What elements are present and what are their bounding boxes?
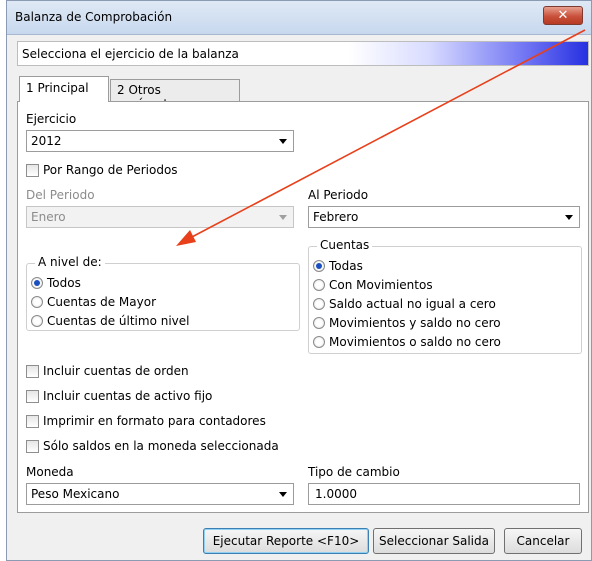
check-cuentas-orden[interactable]: Incluir cuentas de orden <box>26 364 189 378</box>
radio-button[interactable] <box>313 260 325 272</box>
button-label: Seleccionar Salida <box>379 534 489 548</box>
check-activo-fijo[interactable]: Incluir cuentas de activo fijo <box>26 389 212 403</box>
radio-label: Todas <box>329 259 363 273</box>
radio-label: Todos <box>47 276 81 290</box>
tipo-cambio-label: Tipo de cambio <box>308 465 400 479</box>
button-label: Ejecutar Reporte <F10> <box>212 534 360 548</box>
del-periodo-value: Enero <box>31 210 66 224</box>
check-solo-saldos-moneda[interactable]: Sólo saldos en la moneda seleccionada <box>26 439 279 453</box>
radio-button[interactable] <box>31 296 43 308</box>
instruction-text: Selecciona el ejercicio de la balanza <box>22 47 239 61</box>
radio-button[interactable] <box>31 315 43 327</box>
checkbox[interactable] <box>26 389 39 403</box>
checkbox-label: Imprimir en formato para contadores <box>43 414 266 428</box>
radio-nivel-cuentas-mayor[interactable]: Cuentas de Mayor <box>31 295 156 309</box>
radio-cuentas-todas[interactable]: Todas <box>313 259 363 273</box>
nivel-group: A nivel de: Todos Cuentas de Mayor Cuent… <box>26 255 300 331</box>
close-button[interactable]: ✕ <box>543 6 583 25</box>
radio-button[interactable] <box>313 336 325 348</box>
radio-nivel-ultimo[interactable]: Cuentas de último nivel <box>31 314 190 328</box>
radio-cuentas-con-movimientos[interactable]: Con Movimientos <box>313 278 433 292</box>
al-periodo-value: Febrero <box>313 210 359 224</box>
chevron-down-icon <box>279 492 287 497</box>
tab-otros-parametros[interactable]: 2 Otros parámetros <box>110 79 240 111</box>
moneda-select[interactable]: Peso Mexicano <box>26 483 294 505</box>
chevron-down-icon <box>279 215 287 220</box>
checkbox[interactable] <box>26 439 39 453</box>
moneda-value: Peso Mexicano <box>31 487 120 501</box>
por-rango-checkbox-row[interactable]: Por Rango de Periodos <box>26 163 178 177</box>
del-periodo-select[interactable]: Enero <box>26 206 294 228</box>
radio-label: Cuentas de último nivel <box>47 314 190 328</box>
checkbox-label: Incluir cuentas de orden <box>43 364 189 378</box>
radio-label: Cuentas de Mayor <box>47 295 156 309</box>
tipo-cambio-input[interactable]: 1.0000 <box>308 483 580 505</box>
tipo-cambio-value: 1.0000 <box>315 487 357 501</box>
radio-cuentas-saldo-no-cero[interactable]: Saldo actual no igual a cero <box>313 297 496 311</box>
radio-button[interactable] <box>313 298 325 310</box>
cuentas-group-title: Cuentas <box>317 238 373 252</box>
radio-button[interactable] <box>31 277 43 289</box>
radio-cuentas-mov-y-saldo[interactable]: Movimientos y saldo no cero <box>313 316 501 330</box>
cuentas-group: Cuentas Todas Con Movimientos Saldo actu… <box>308 238 582 354</box>
nivel-group-title: A nivel de: <box>35 255 105 269</box>
radio-label: Saldo actual no igual a cero <box>329 297 496 311</box>
radio-button[interactable] <box>313 317 325 329</box>
radio-nivel-todos[interactable]: Todos <box>31 276 81 290</box>
chevron-down-icon <box>565 215 573 220</box>
instruction-banner: Selecciona el ejercicio de la balanza <box>17 41 589 66</box>
ejercicio-label: Ejercicio <box>26 112 77 126</box>
radio-label: Movimientos o saldo no cero <box>329 335 501 349</box>
button-label: Cancelar <box>516 534 570 548</box>
dialog-window: Balanza de Comprobación ✕ Selecciona el … <box>6 0 592 561</box>
ejercicio-select[interactable]: 2012 <box>26 130 294 152</box>
radio-button[interactable] <box>313 279 325 291</box>
tab-principal[interactable]: 1 Principal <box>19 76 109 102</box>
moneda-label: Moneda <box>26 465 74 479</box>
tab-panel-principal: Ejercicio 2012 Por Rango de Periodos Del… <box>17 101 589 513</box>
title-bar[interactable]: Balanza de Comprobación ✕ <box>7 1 591 35</box>
radio-cuentas-mov-o-saldo[interactable]: Movimientos o saldo no cero <box>313 335 501 349</box>
checkbox-label: Incluir cuentas de activo fijo <box>43 389 213 403</box>
seleccionar-salida-button[interactable]: Seleccionar Salida <box>373 528 495 554</box>
radio-label: Con Movimientos <box>329 278 433 292</box>
checkbox-label: Sólo saldos en la moneda seleccionada <box>43 439 279 453</box>
tab-label: 1 Principal <box>26 81 89 95</box>
al-periodo-label: Al Periodo <box>308 188 369 202</box>
radio-label: Movimientos y saldo no cero <box>329 316 501 330</box>
checkbox[interactable] <box>26 414 39 428</box>
window-title: Balanza de Comprobación <box>15 10 173 24</box>
por-rango-checkbox[interactable] <box>26 163 39 177</box>
al-periodo-select[interactable]: Febrero <box>308 206 580 228</box>
check-formato-contadores[interactable]: Imprimir en formato para contadores <box>26 414 266 428</box>
checkbox[interactable] <box>26 364 39 378</box>
por-rango-label: Por Rango de Periodos <box>43 163 178 177</box>
ejecutar-reporte-button[interactable]: Ejecutar Reporte <F10> <box>203 528 369 554</box>
cancelar-button[interactable]: Cancelar <box>504 528 582 554</box>
ejercicio-value: 2012 <box>31 134 62 148</box>
del-periodo-label: Del Periodo <box>26 188 95 202</box>
chevron-down-icon <box>279 139 287 144</box>
close-icon: ✕ <box>557 8 569 23</box>
